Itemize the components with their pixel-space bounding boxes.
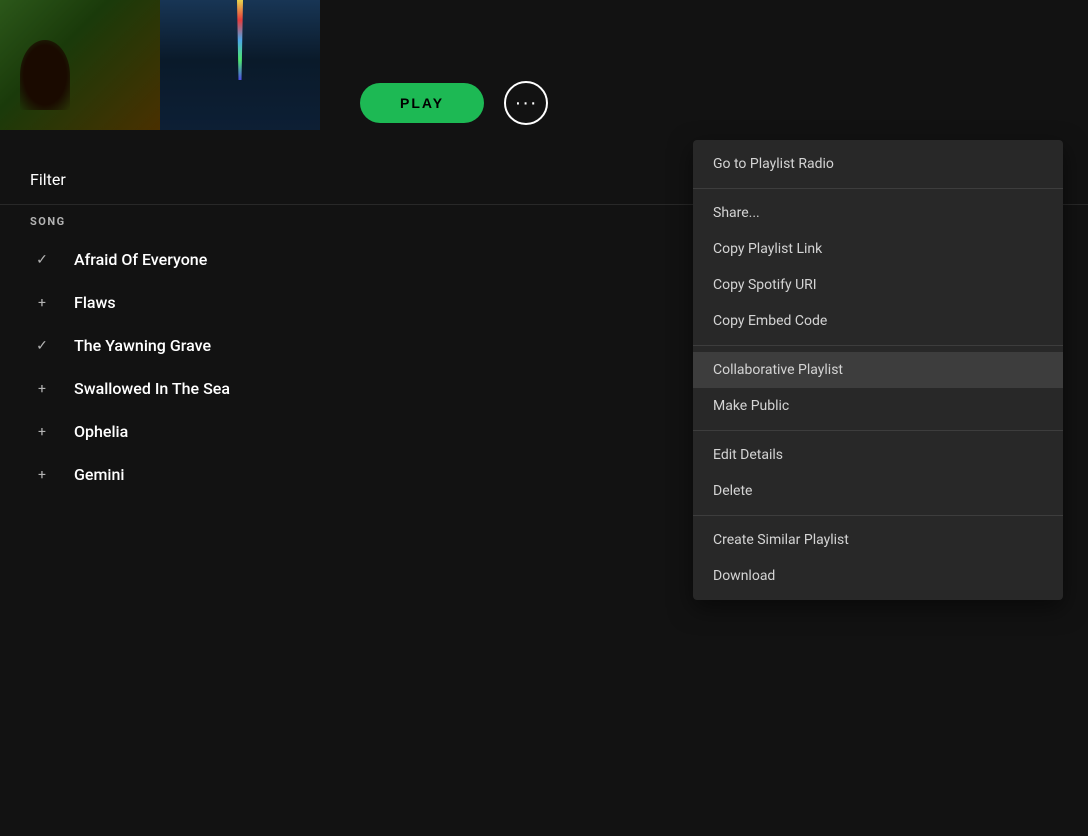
menu-item-collaborative-playlist[interactable]: Collaborative Playlist: [693, 352, 1063, 388]
menu-item-edit-details[interactable]: Edit Details: [693, 437, 1063, 473]
song-list-header: SONG: [0, 205, 680, 238]
plus-icon-2: +: [30, 295, 54, 311]
menu-section-5: Create Similar Playlist Download: [693, 516, 1063, 600]
album-art-right: [160, 0, 320, 130]
check-icon-3: ✓: [30, 338, 54, 354]
menu-item-delete[interactable]: Delete: [693, 473, 1063, 509]
song-title-4: Swallowed In The Sea: [74, 379, 230, 398]
song-title-3: The Yawning Grave: [74, 336, 211, 355]
menu-item-copy-embed-code[interactable]: Copy Embed Code: [693, 303, 1063, 339]
filter-label: Filter: [30, 170, 66, 189]
plus-icon-6: +: [30, 467, 54, 483]
top-area: PLAY ···: [0, 0, 1088, 140]
song-item-4[interactable]: + Swallowed In The Sea: [0, 367, 680, 410]
song-title-1: Afraid Of Everyone: [74, 250, 207, 269]
song-item-5[interactable]: + Ophelia: [0, 410, 680, 453]
song-item-6[interactable]: + Gemini: [0, 453, 680, 496]
menu-item-go-to-playlist-radio[interactable]: Go to Playlist Radio: [693, 146, 1063, 182]
menu-section-3: Collaborative Playlist Make Public: [693, 346, 1063, 431]
menu-item-make-public[interactable]: Make Public: [693, 388, 1063, 424]
song-item-1[interactable]: ✓ Afraid Of Everyone: [0, 238, 680, 281]
menu-item-copy-spotify-uri[interactable]: Copy Spotify URI: [693, 267, 1063, 303]
menu-item-share[interactable]: Share...: [693, 195, 1063, 231]
check-icon-1: ✓: [30, 252, 54, 268]
controls-area: PLAY ···: [320, 81, 1088, 130]
song-title-5: Ophelia: [74, 422, 128, 441]
menu-item-download[interactable]: Download: [693, 558, 1063, 594]
menu-item-create-similar-playlist[interactable]: Create Similar Playlist: [693, 522, 1063, 558]
menu-section-2: Share... Copy Playlist Link Copy Spotify…: [693, 189, 1063, 346]
plus-icon-5: +: [30, 424, 54, 440]
more-options-button[interactable]: ···: [504, 81, 548, 125]
song-list: SONG ✓ Afraid Of Everyone + Flaws ✓ The …: [0, 205, 680, 836]
menu-section-4: Edit Details Delete: [693, 431, 1063, 516]
context-menu: Go to Playlist Radio Share... Copy Playl…: [693, 140, 1063, 600]
menu-section-1: Go to Playlist Radio: [693, 140, 1063, 189]
song-title-2: Flaws: [74, 293, 116, 312]
play-button[interactable]: PLAY: [360, 83, 484, 123]
song-item-3[interactable]: ✓ The Yawning Grave: [0, 324, 680, 367]
album-art-left: [0, 0, 160, 130]
menu-item-copy-playlist-link[interactable]: Copy Playlist Link: [693, 231, 1063, 267]
song-item-2[interactable]: + Flaws: [0, 281, 680, 324]
plus-icon-4: +: [30, 381, 54, 397]
song-title-6: Gemini: [74, 465, 124, 484]
